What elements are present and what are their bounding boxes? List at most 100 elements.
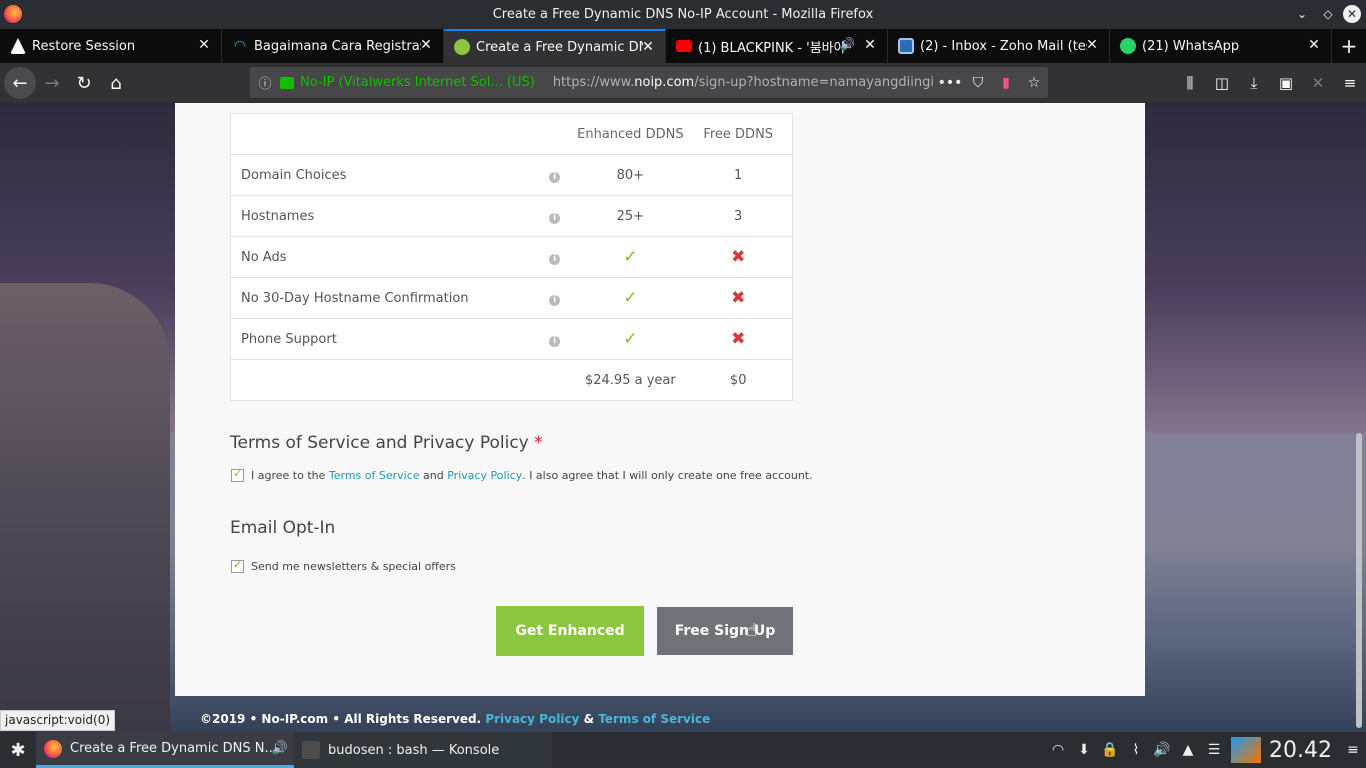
info-icon[interactable]: ⓘ — [250, 73, 280, 92]
terminal-icon — [302, 741, 320, 759]
tab-noip-signup[interactable]: Create a Free Dynamic DNS ✕ — [444, 29, 666, 63]
noip-icon — [454, 39, 470, 55]
notes-icon[interactable]: ☰ — [1201, 742, 1227, 758]
free-sign-up-button[interactable]: Free Sign Up — [657, 607, 793, 655]
download-icon[interactable]: ⤓ — [1238, 67, 1270, 99]
url-domain: noip.com — [634, 75, 695, 90]
lock-icon[interactable] — [280, 76, 294, 89]
page-scrollbar[interactable] — [1356, 433, 1362, 728]
kde-menu-icon[interactable]: ✱ — [0, 732, 36, 768]
terms-and: and — [423, 469, 444, 482]
warning-icon — [10, 38, 26, 54]
table-header-blank — [230, 113, 577, 155]
page-actions-icon[interactable]: ••• — [936, 75, 964, 91]
hand-cursor-icon: ☝ — [746, 620, 757, 641]
reload-button[interactable]: ↻ — [68, 67, 100, 99]
cross-icon: ✖ — [731, 329, 746, 349]
close-tab-icon[interactable]: ✕ — [641, 39, 655, 55]
volume-icon[interactable]: 🔊 — [1149, 742, 1175, 758]
close-tab-icon[interactable]: ✕ — [1307, 37, 1321, 53]
info-icon[interactable]: i — [549, 171, 561, 183]
info-icon[interactable]: i — [549, 335, 561, 347]
site-identity[interactable]: No-IP (Vitalwerks Internet Sol... (US) — [300, 75, 535, 90]
disabled-addon-icon[interactable]: ✕ — [1302, 67, 1334, 99]
expand-tray-icon[interactable]: ▲ — [1175, 742, 1201, 758]
feature-label: Domain Choices — [230, 154, 534, 196]
lock-icon[interactable]: 🔒 — [1097, 742, 1123, 758]
header-free: Free DDNS — [684, 113, 793, 155]
footer-privacy-link[interactable]: Privacy Policy — [485, 712, 579, 726]
forward-button[interactable]: → — [36, 67, 68, 99]
tab-title: Create a Free Dynamic DNS — [476, 39, 643, 55]
signup-panel: Enhanced DDNS Free DDNS Domain Choices i… — [175, 103, 1145, 696]
wifi-icon[interactable]: ◠ — [1045, 742, 1071, 758]
close-tab-icon[interactable]: ✕ — [419, 37, 433, 53]
terms-heading: Terms of Service and Privacy Policy * — [230, 433, 543, 453]
minimize-icon[interactable]: ⌄ — [1294, 6, 1310, 22]
tab-strip: Restore Session ✕ ◠ Bagaimana Cara Regis… — [0, 29, 1366, 63]
maximize-icon[interactable]: ◇ — [1320, 6, 1336, 22]
pocket-icon[interactable]: ⛉ — [964, 75, 992, 91]
close-tab-icon[interactable]: ✕ — [863, 37, 877, 53]
tab-whatsapp[interactable]: (21) WhatsApp ✕ — [1110, 29, 1332, 63]
privacy-policy-link[interactable]: Privacy Policy — [447, 469, 522, 482]
tab-title: Restore Session — [32, 38, 136, 54]
zoho-mail-icon — [898, 38, 914, 54]
whatsapp-icon — [1120, 38, 1136, 54]
task-konsole[interactable]: budosen : bash — Konsole — [294, 732, 552, 768]
header-enhanced: Enhanced DDNS — [576, 113, 685, 155]
extension-icon[interactable]: ▮ — [992, 75, 1020, 91]
terms-checkbox[interactable] — [231, 467, 244, 482]
newsletter-checkbox[interactable] — [231, 558, 244, 573]
home-button[interactable]: ⌂ — [100, 67, 132, 99]
download-icon[interactable]: ⬇ — [1071, 742, 1097, 758]
bookmark-star-icon[interactable]: ☆ — [1020, 75, 1048, 91]
price-row: $24.95 a year $0 — [230, 359, 793, 401]
url-rest: /sign-up?hostname=namayangdiingi — [694, 75, 934, 90]
footer-terms-link[interactable]: Terms of Service — [598, 712, 710, 726]
close-window-icon[interactable]: ✕ — [1343, 5, 1361, 23]
feature-label: No 30-Day Hostname Confirmation — [230, 277, 534, 319]
tab-bagaimana[interactable]: ◠ Bagaimana Cara Registrasi ✕ — [222, 29, 444, 63]
terms-of-service-link[interactable]: Terms of Service — [329, 469, 420, 482]
clock[interactable]: 20.42 — [1265, 738, 1340, 763]
clip-icon[interactable]: ⌇ — [1123, 742, 1149, 758]
close-tab-icon[interactable]: ✕ — [197, 37, 211, 53]
close-tab-icon[interactable]: ✕ — [1085, 37, 1099, 53]
table-row: Hostnames i 25+ 3 — [230, 195, 793, 237]
youtube-icon — [676, 40, 692, 52]
info-icon[interactable]: i — [549, 212, 561, 224]
feature-label: Phone Support — [230, 318, 534, 360]
tab-youtube[interactable]: (1) BLACKPINK - '붐바야' 🔊 ✕ — [666, 29, 888, 63]
tab-zoho-mail[interactable]: (2) - Inbox - Zoho Mail (test ✕ — [888, 29, 1110, 63]
new-tab-button[interactable]: + — [1332, 29, 1366, 63]
toolbar-right: ⫼ ◫ ⤓ ▣ ✕ ≡ — [1174, 67, 1366, 99]
taskbar: ✱ Create a Free Dynamic DNS N... 🔊 budos… — [0, 732, 1366, 768]
panel-menu-icon[interactable]: ≡ — [1340, 742, 1366, 758]
terms-agree-row: I agree to the Terms of Service and Priv… — [231, 467, 813, 482]
hamburger-menu-icon[interactable]: ≡ — [1334, 67, 1366, 99]
task-label: Create a Free Dynamic DNS N... — [70, 741, 277, 756]
check-icon: ✓ — [623, 247, 638, 267]
speaker-icon[interactable]: 🔊 — [272, 741, 288, 756]
sidebar-icon[interactable]: ◫ — [1206, 67, 1238, 99]
wallpaper-icon[interactable] — [1231, 737, 1262, 763]
task-firefox[interactable]: Create a Free Dynamic DNS N... 🔊 — [36, 732, 294, 768]
url-bar[interactable]: ⓘ No-IP (Vitalwerks Internet Sol... (US)… — [250, 67, 1048, 98]
enhanced-value: 80+ — [576, 154, 685, 196]
tab-title: (2) - Inbox - Zoho Mail (test — [920, 38, 1087, 54]
terms-agree-suffix: . I also agree that I will only create o… — [522, 469, 813, 482]
background-rock — [0, 283, 170, 732]
speaker-icon[interactable]: 🔊 — [840, 37, 855, 51]
url-text[interactable]: https://www.noip.com/sign-up?hostname=na… — [553, 75, 936, 90]
info-icon[interactable]: i — [549, 253, 561, 265]
window-title: Create a Free Dynamic DNS No-IP Account … — [492, 7, 874, 22]
tab-title: Bagaimana Cara Registrasi — [254, 38, 421, 54]
back-button[interactable]: ← — [4, 67, 36, 99]
get-enhanced-button[interactable]: Get Enhanced — [496, 606, 644, 656]
tab-restore-session[interactable]: Restore Session ✕ — [0, 29, 222, 63]
account-icon[interactable]: ▣ — [1270, 67, 1302, 99]
email-optin-heading: Email Opt-In — [230, 518, 336, 538]
info-icon[interactable]: i — [549, 294, 561, 306]
library-icon[interactable]: ⫼ — [1174, 67, 1206, 99]
